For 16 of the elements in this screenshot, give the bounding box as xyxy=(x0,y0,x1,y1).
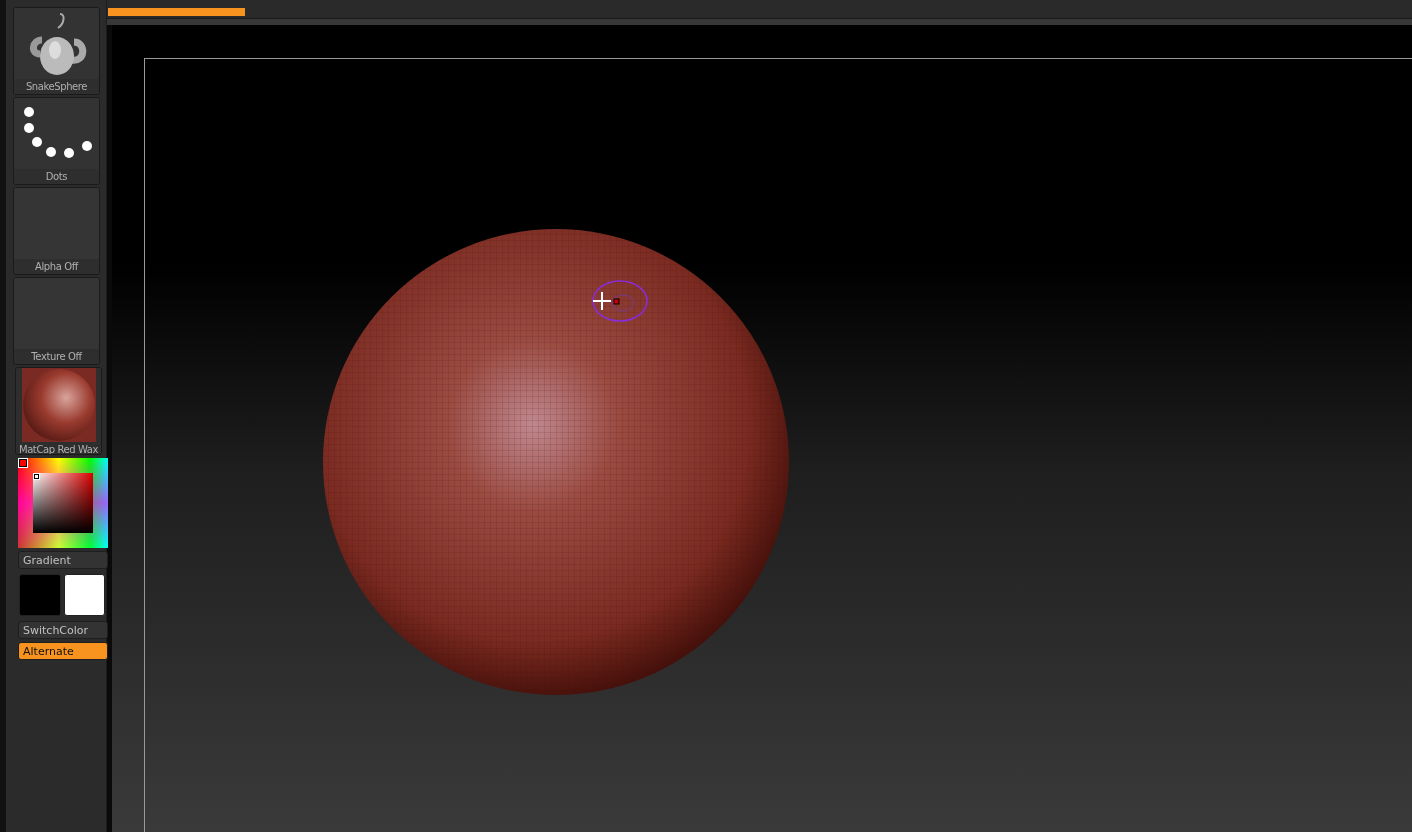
palette-tile[interactable]: Dots xyxy=(13,97,100,185)
secondary-color-swatch[interactable] xyxy=(64,574,105,616)
main-color-swatch[interactable] xyxy=(19,574,61,616)
tile-label: Alpha Off xyxy=(14,259,99,274)
palette-tile[interactable]: Alpha Off xyxy=(13,187,100,275)
palette-tile[interactable]: SnakeSphere xyxy=(13,7,100,95)
palette-tile[interactable]: Texture Off xyxy=(13,277,100,365)
tile-label: Texture Off xyxy=(14,349,99,364)
material-sphere-icon xyxy=(21,368,96,442)
tile-label: Dots xyxy=(14,169,99,184)
alternate-button[interactable]: Alternate xyxy=(18,642,108,660)
gradient-button[interactable]: Gradient xyxy=(18,551,108,569)
brush-cursor-icon xyxy=(590,278,650,324)
tile-label: SnakeSphere xyxy=(14,79,99,94)
switch-color-button[interactable]: SwitchColor xyxy=(18,621,108,639)
color-picker[interactable] xyxy=(18,458,108,548)
